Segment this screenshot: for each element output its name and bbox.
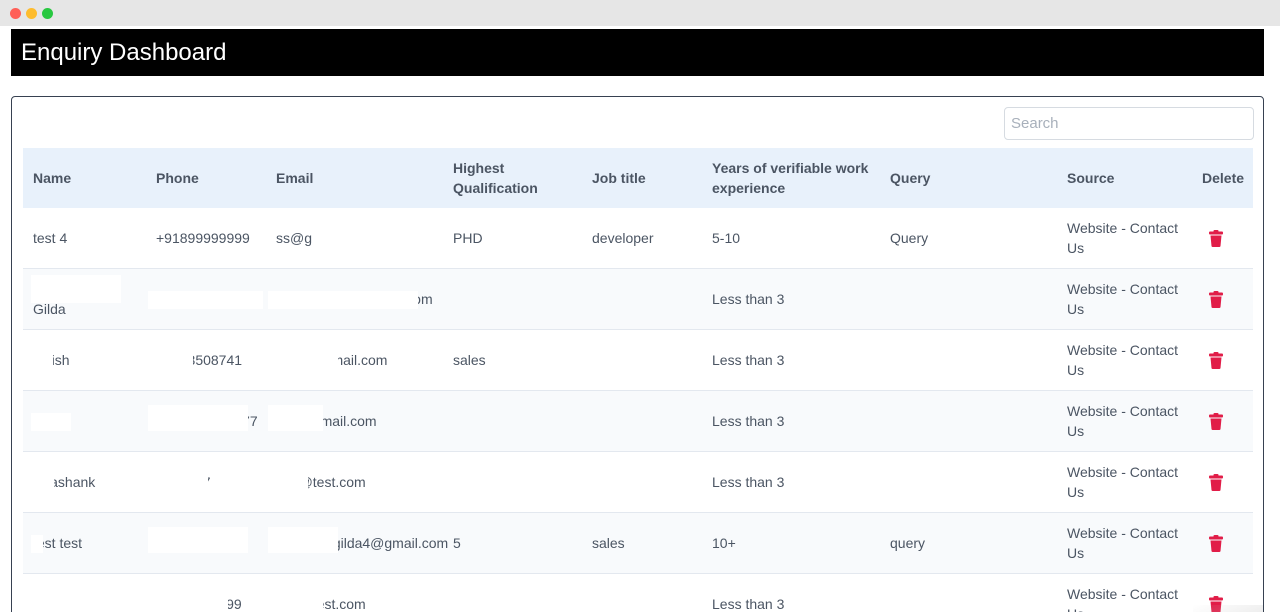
delete-row-button[interactable]: [1208, 474, 1224, 496]
table-row[interactable]: test test+1235555girishbengilda4@gmail.c…: [23, 513, 1253, 574]
delete-row-button[interactable]: [1208, 230, 1224, 252]
column-header-query[interactable]: Query: [890, 148, 1040, 208]
redaction-overlay: [148, 596, 228, 612]
cell-query: [890, 330, 1040, 390]
trash-icon: [1209, 291, 1223, 308]
cell-job-title: [592, 574, 702, 612]
redaction-overlay: [268, 527, 338, 553]
cell-query: [890, 452, 1040, 512]
cell-qualification: 5: [453, 535, 461, 551]
redaction-overlay: [31, 352, 53, 370]
cell-experience: Less than 3: [712, 413, 785, 429]
column-header-job-title[interactable]: Job title: [592, 148, 702, 208]
column-header-source[interactable]: Source: [1067, 148, 1187, 208]
redaction-overlay: [31, 474, 54, 492]
redaction-overlay: [268, 405, 323, 431]
delete-row-button[interactable]: [1208, 291, 1224, 313]
redaction-overlay: [268, 474, 308, 492]
redaction-overlay: [268, 352, 338, 370]
cell-source: Website - Contact Us: [1067, 525, 1179, 561]
redaction-overlay: [31, 596, 59, 612]
table-row[interactable]: test 4 +91899999999 ss@g PHD developer 5-10 Qu…: [23, 208, 1253, 269]
redaction-overlay: [31, 535, 43, 553]
cell-job-title: [592, 452, 702, 512]
cell-job-title: developer: [592, 230, 654, 246]
cell-job-title: sales: [592, 535, 625, 551]
column-header-qualification[interactable]: Highest Qualification: [453, 148, 563, 208]
trash-icon: [1209, 413, 1223, 430]
cell-qualification: [453, 391, 573, 451]
column-header-phone[interactable]: Phone: [156, 148, 266, 208]
trash-icon: [1209, 474, 1223, 491]
cell-experience: 5-10: [712, 230, 741, 246]
redaction-overlay: [31, 413, 71, 431]
close-window-icon[interactable]: [10, 8, 21, 19]
cell-qualification: sales: [453, 352, 486, 368]
redaction-overlay: [148, 291, 263, 309]
column-header-name[interactable]: Name: [33, 148, 143, 208]
table-row[interactable]: Girish+9623508741girish@gmail.comsalesLe…: [23, 330, 1253, 391]
cell-source: Website - Contact Us: [1067, 342, 1179, 378]
cell-source: Website - Contact Us: [1067, 586, 1179, 612]
window-corner-shadow: [1193, 605, 1263, 612]
cell-job-title: [592, 391, 702, 451]
search-input[interactable]: [1004, 107, 1254, 140]
cell-qualification: [453, 574, 573, 612]
redaction-overlay: [268, 596, 323, 612]
cell-job-title: [592, 269, 702, 329]
cell-source: Website - Contact Us: [1067, 281, 1179, 317]
maximize-window-icon[interactable]: [42, 8, 53, 19]
cell-experience: Less than 3: [712, 596, 785, 612]
cell-qualification: PHD: [453, 230, 483, 246]
cell-query: query: [890, 535, 926, 551]
page-title: Enquiry Dashboard: [21, 39, 227, 66]
cell-source: Website - Contact Us: [1067, 464, 1179, 500]
cell-query: [890, 574, 1040, 612]
cell-name: test test: [33, 535, 83, 551]
cell-qualification: [453, 452, 573, 512]
cell-name: test 4: [33, 230, 68, 246]
table-row[interactable]: test09009988899test@test.comLess than 3W…: [23, 574, 1253, 612]
redaction-overlay: [31, 275, 121, 303]
cell-source: Website - Contact Us: [1067, 220, 1179, 256]
table-row[interactable]: Shashank7777777abc@test.comLess than 3We…: [23, 452, 1253, 513]
trash-icon: [1209, 352, 1223, 369]
column-header-delete: Delete: [1202, 170, 1245, 186]
redaction-overlay: [268, 291, 418, 309]
trash-icon: [1209, 230, 1223, 247]
redaction-overlay: [148, 474, 208, 492]
cell-experience: Less than 3: [712, 474, 785, 490]
minimize-window-icon[interactable]: [26, 8, 37, 19]
redaction-overlay: [148, 405, 248, 431]
cell-source: Website - Contact Us: [1067, 403, 1179, 439]
table-row[interactable]: test 4+918885719177acd@gmail.comLess tha…: [23, 391, 1253, 452]
cell-experience: 10+: [712, 535, 736, 551]
trash-icon: [1209, 535, 1223, 552]
delete-row-button[interactable]: [1208, 535, 1224, 557]
delete-row-button[interactable]: [1208, 413, 1224, 435]
app-header: Enquiry Dashboard: [11, 29, 1264, 76]
cell-experience: Less than 3: [712, 291, 785, 307]
column-header-experience[interactable]: Years of verifiable work experience: [712, 148, 877, 208]
enquiry-table-card: Name Phone Email Highest Qualification J…: [11, 96, 1264, 612]
redaction-overlay: [148, 527, 248, 553]
redaction-overlay: [148, 352, 193, 370]
delete-row-button[interactable]: [1208, 352, 1224, 374]
column-header-email[interactable]: Email: [276, 148, 436, 208]
browser-titlebar: [0, 0, 1280, 26]
cell-experience: Less than 3: [712, 352, 785, 368]
cell-query: [890, 391, 1040, 451]
cell-email: ss@g: [276, 230, 312, 246]
cell-query: [890, 269, 1040, 329]
table-header: Name Phone Email Highest Qualification J…: [23, 148, 1253, 208]
cell-query: Query: [890, 230, 929, 246]
table-row[interactable]: Girish Satish Gilda09637409876girishgild…: [23, 269, 1253, 330]
cell-qualification: [453, 269, 573, 329]
cell-phone: +91899999999: [156, 230, 250, 246]
cell-job-title: [592, 330, 702, 390]
